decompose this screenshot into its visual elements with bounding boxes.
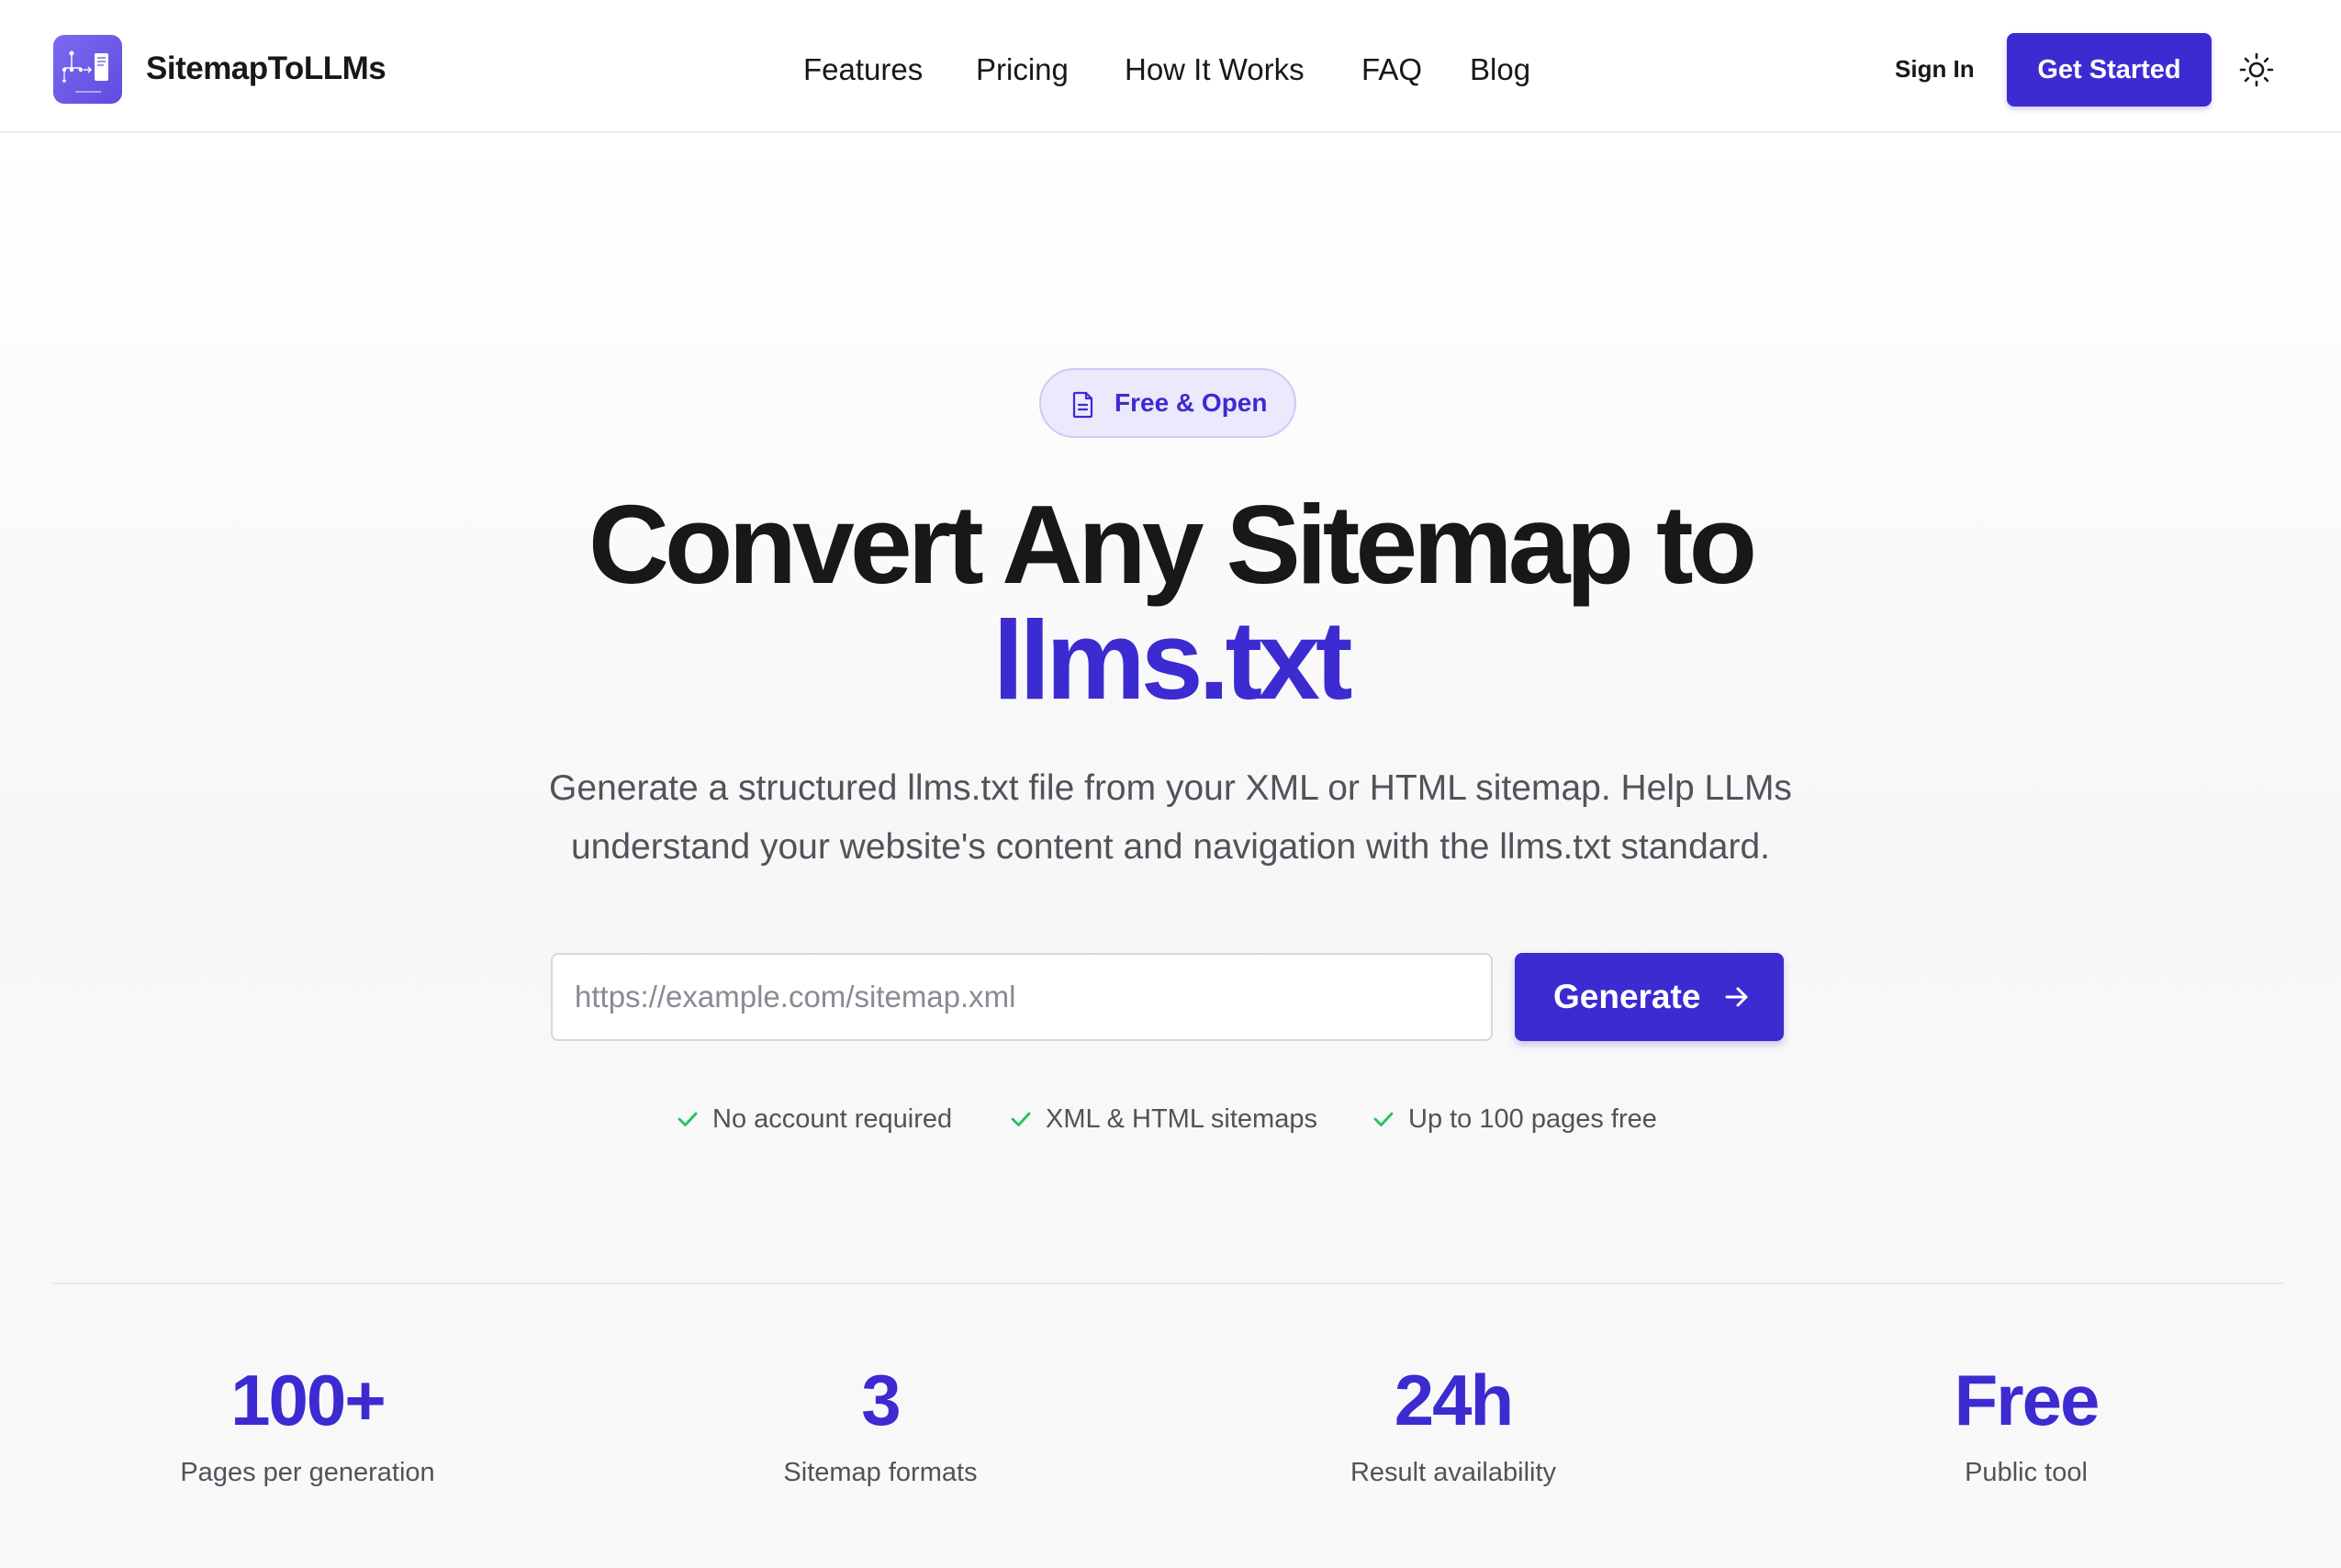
nav-blog[interactable]: Blog (1470, 50, 1530, 90)
stat-value: 3 (861, 1360, 901, 1440)
hero-headline: Convert Any Sitemap to llms.txt (0, 487, 2341, 718)
arrow-right-icon (1724, 985, 1750, 1014)
page: SitemapToLLMs Features Pricing How It Wo… (0, 0, 2341, 1568)
nav-how-it-works[interactable]: How It Works (1125, 50, 1305, 90)
stat-label: Result availability (1350, 1458, 1557, 1487)
hero-subtitle: Generate a structured llms.txt file from… (549, 768, 1792, 867)
check-icon (1373, 1112, 1394, 1126)
feature-label: No account required (712, 1104, 953, 1134)
stat-label: Public tool (1965, 1458, 2088, 1487)
stat-value: Free (1954, 1360, 2100, 1440)
nav-faq[interactable]: FAQ (1361, 50, 1422, 90)
headline-line-1: Convert Any Sitemap to (588, 482, 1757, 607)
get-started-button[interactable]: Get Started (2007, 33, 2212, 106)
nav-pricing[interactable]: Pricing (976, 50, 1069, 90)
brand-name[interactable]: SitemapToLLMs (146, 50, 386, 88)
document-icon (1071, 391, 1095, 423)
generate-button[interactable]: Generate (1515, 953, 1784, 1041)
badge-label: Free & Open (1114, 388, 1268, 417)
stat-label: Pages per generation (180, 1458, 435, 1487)
sign-in-link[interactable]: Sign In (1895, 52, 1975, 85)
free-open-badge: Free & Open (1039, 368, 1296, 438)
check-icon (678, 1112, 698, 1126)
section-divider (51, 1282, 2284, 1284)
stat-pages: 100+ Pages per generation (78, 1359, 537, 1491)
stat-value: 100+ (230, 1360, 386, 1440)
sitemap-logo-icon[interactable] (53, 35, 122, 104)
sitemap-url-input[interactable] (551, 953, 1493, 1041)
stat-label: Sitemap formats (783, 1458, 978, 1487)
nav-features[interactable]: Features (803, 50, 923, 90)
generate-label: Generate (1553, 978, 1701, 1015)
sun-icon[interactable] (2238, 51, 2275, 88)
stat-value: 24h (1394, 1360, 1514, 1440)
stat-availability: 24h Result availability (1224, 1359, 1683, 1491)
check-icon (1011, 1112, 1031, 1126)
headline-accent: llms.txt (992, 598, 1352, 722)
top-navbar: SitemapToLLMs Features Pricing How It Wo… (0, 0, 2341, 133)
stat-free: Free Public tool (1797, 1359, 2256, 1491)
feature-label: XML & HTML sitemaps (1046, 1104, 1317, 1134)
feature-label: Up to 100 pages free (1408, 1104, 1657, 1134)
stat-formats: 3 Sitemap formats (651, 1359, 1110, 1491)
